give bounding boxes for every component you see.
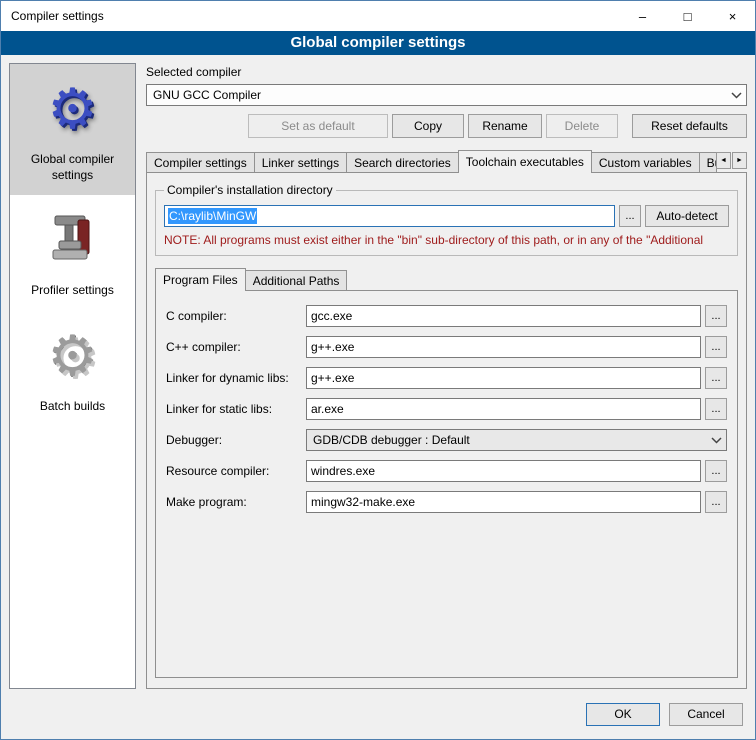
linker-dynamic-browse-button[interactable]: ... — [705, 367, 727, 389]
maximize-button[interactable]: □ — [665, 1, 710, 31]
sidebar-item-label: Profiler settings — [14, 283, 131, 299]
cpp-compiler-input[interactable] — [306, 336, 701, 358]
install-dir-browse-button[interactable]: ... — [619, 205, 641, 227]
sidebar-item-global-compiler-settings[interactable]: ⚙ Global compiler settings — [10, 64, 135, 195]
dialog-body: ⚙ Global compiler settings Profiler sett… — [1, 55, 755, 689]
c-compiler-browse-button[interactable]: ... — [705, 305, 727, 327]
gear-gray-icon: ⚙ — [14, 319, 131, 393]
tab-toolchain-executables[interactable]: Toolchain executables — [458, 150, 592, 173]
linker-dynamic-input[interactable] — [306, 367, 701, 389]
debugger-row: Debugger: GDB/CDB debugger : Default — [166, 429, 727, 451]
linker-static-label: Linker for static libs: — [166, 402, 306, 416]
ok-button[interactable]: OK — [586, 703, 660, 726]
autodetect-button[interactable]: Auto-detect — [645, 205, 729, 227]
compiler-settings-window: Compiler settings – □ × Global compiler … — [0, 0, 756, 740]
c-compiler-label: C compiler: — [166, 309, 306, 323]
resource-compiler-browse-button[interactable]: ... — [705, 460, 727, 482]
rename-button[interactable]: Rename — [468, 114, 542, 138]
settings-sidebar: ⚙ Global compiler settings Profiler sett… — [9, 63, 136, 689]
gear-blue-icon: ⚙ — [14, 72, 131, 146]
reset-defaults-button[interactable]: Reset defaults — [632, 114, 747, 138]
tab-scroll-right-icon[interactable]: ► — [732, 152, 747, 169]
tab-additional-paths[interactable]: Additional Paths — [245, 270, 348, 290]
tab-compiler-settings[interactable]: Compiler settings — [146, 152, 255, 172]
linker-dynamic-row: Linker for dynamic libs: ... — [166, 367, 727, 389]
program-files-page: C compiler: ... C++ compiler: ... Linker… — [155, 290, 738, 678]
linker-static-browse-button[interactable]: ... — [705, 398, 727, 420]
tab-scroll-left-icon[interactable]: ◄ — [716, 152, 731, 169]
tab-program-files[interactable]: Program Files — [155, 268, 246, 291]
installation-directory-group: Compiler's installation directory C:\ray… — [155, 183, 738, 256]
make-program-label: Make program: — [166, 495, 306, 509]
c-compiler-input[interactable] — [306, 305, 701, 327]
tab-linker-settings[interactable]: Linker settings — [254, 152, 347, 172]
sidebar-item-label: Batch builds — [14, 399, 131, 415]
program-files-tabstrip: Program Files Additional Paths — [155, 268, 738, 290]
copy-button[interactable]: Copy — [392, 114, 464, 138]
main-panel: Selected compiler GNU GCC Compiler Set a… — [146, 63, 747, 689]
cancel-button[interactable]: Cancel — [669, 703, 743, 726]
dialog-footer: OK Cancel — [1, 689, 755, 739]
linker-static-input[interactable] — [306, 398, 701, 420]
linker-static-row: Linker for static libs: ... — [166, 398, 727, 420]
window-title: Compiler settings — [1, 9, 620, 23]
tab-custom-variables[interactable]: Custom variables — [591, 152, 700, 172]
delete-button[interactable]: Delete — [546, 114, 618, 138]
sidebar-item-profiler-settings[interactable]: Profiler settings — [10, 195, 135, 311]
bin-subdirectory-note: NOTE: All programs must exist either in … — [164, 233, 729, 247]
resource-compiler-label: Resource compiler: — [166, 464, 306, 478]
page-title: Global compiler settings — [1, 31, 755, 55]
set-as-default-button[interactable]: Set as default — [248, 114, 388, 138]
debugger-value: GDB/CDB debugger : Default — [313, 433, 470, 447]
resource-compiler-row: Resource compiler: ... — [166, 460, 727, 482]
compiler-actions: Set as default Copy Rename Delete Reset … — [146, 114, 747, 138]
install-dir-selected-text: C:\raylib\MinGW — [168, 208, 257, 224]
settings-tabstrip: Compiler settings Linker settings Search… — [146, 150, 747, 172]
chevron-down-icon — [726, 85, 746, 105]
make-program-input[interactable] — [306, 491, 701, 513]
selected-compiler-value: GNU GCC Compiler — [153, 88, 261, 102]
sidebar-item-label: Global compiler settings — [14, 152, 131, 183]
install-dir-input[interactable]: C:\raylib\MinGW — [164, 205, 615, 227]
cpp-compiler-browse-button[interactable]: ... — [705, 336, 727, 358]
profiler-icon — [14, 203, 131, 277]
make-program-row: Make program: ... — [166, 491, 727, 513]
debugger-dropdown[interactable]: GDB/CDB debugger : Default — [306, 429, 727, 451]
minimize-button[interactable]: – — [620, 1, 665, 31]
installation-directory-group-title: Compiler's installation directory — [164, 183, 336, 197]
sidebar-item-batch-builds[interactable]: ⚙ Batch builds — [10, 311, 135, 427]
selected-compiler-label: Selected compiler — [146, 65, 747, 79]
cpp-compiler-label: C++ compiler: — [166, 340, 306, 354]
titlebar: Compiler settings – □ × — [1, 1, 755, 31]
tab-search-directories[interactable]: Search directories — [346, 152, 459, 172]
selected-compiler-dropdown[interactable]: GNU GCC Compiler — [146, 84, 747, 106]
chevron-down-icon — [706, 430, 726, 450]
tab-scroll-buttons: ◄ ► — [716, 152, 747, 169]
installation-directory-row: C:\raylib\MinGW ... Auto-detect — [164, 205, 729, 227]
resource-compiler-input[interactable] — [306, 460, 701, 482]
tab-build-options[interactable]: Builc — [699, 152, 717, 172]
c-compiler-row: C compiler: ... — [166, 305, 727, 327]
linker-dynamic-label: Linker for dynamic libs: — [166, 371, 306, 385]
make-program-browse-button[interactable]: ... — [705, 491, 727, 513]
close-button[interactable]: × — [710, 1, 755, 31]
debugger-label: Debugger: — [166, 433, 306, 447]
toolchain-executables-page: Compiler's installation directory C:\ray… — [146, 172, 747, 689]
cpp-compiler-row: C++ compiler: ... — [166, 336, 727, 358]
